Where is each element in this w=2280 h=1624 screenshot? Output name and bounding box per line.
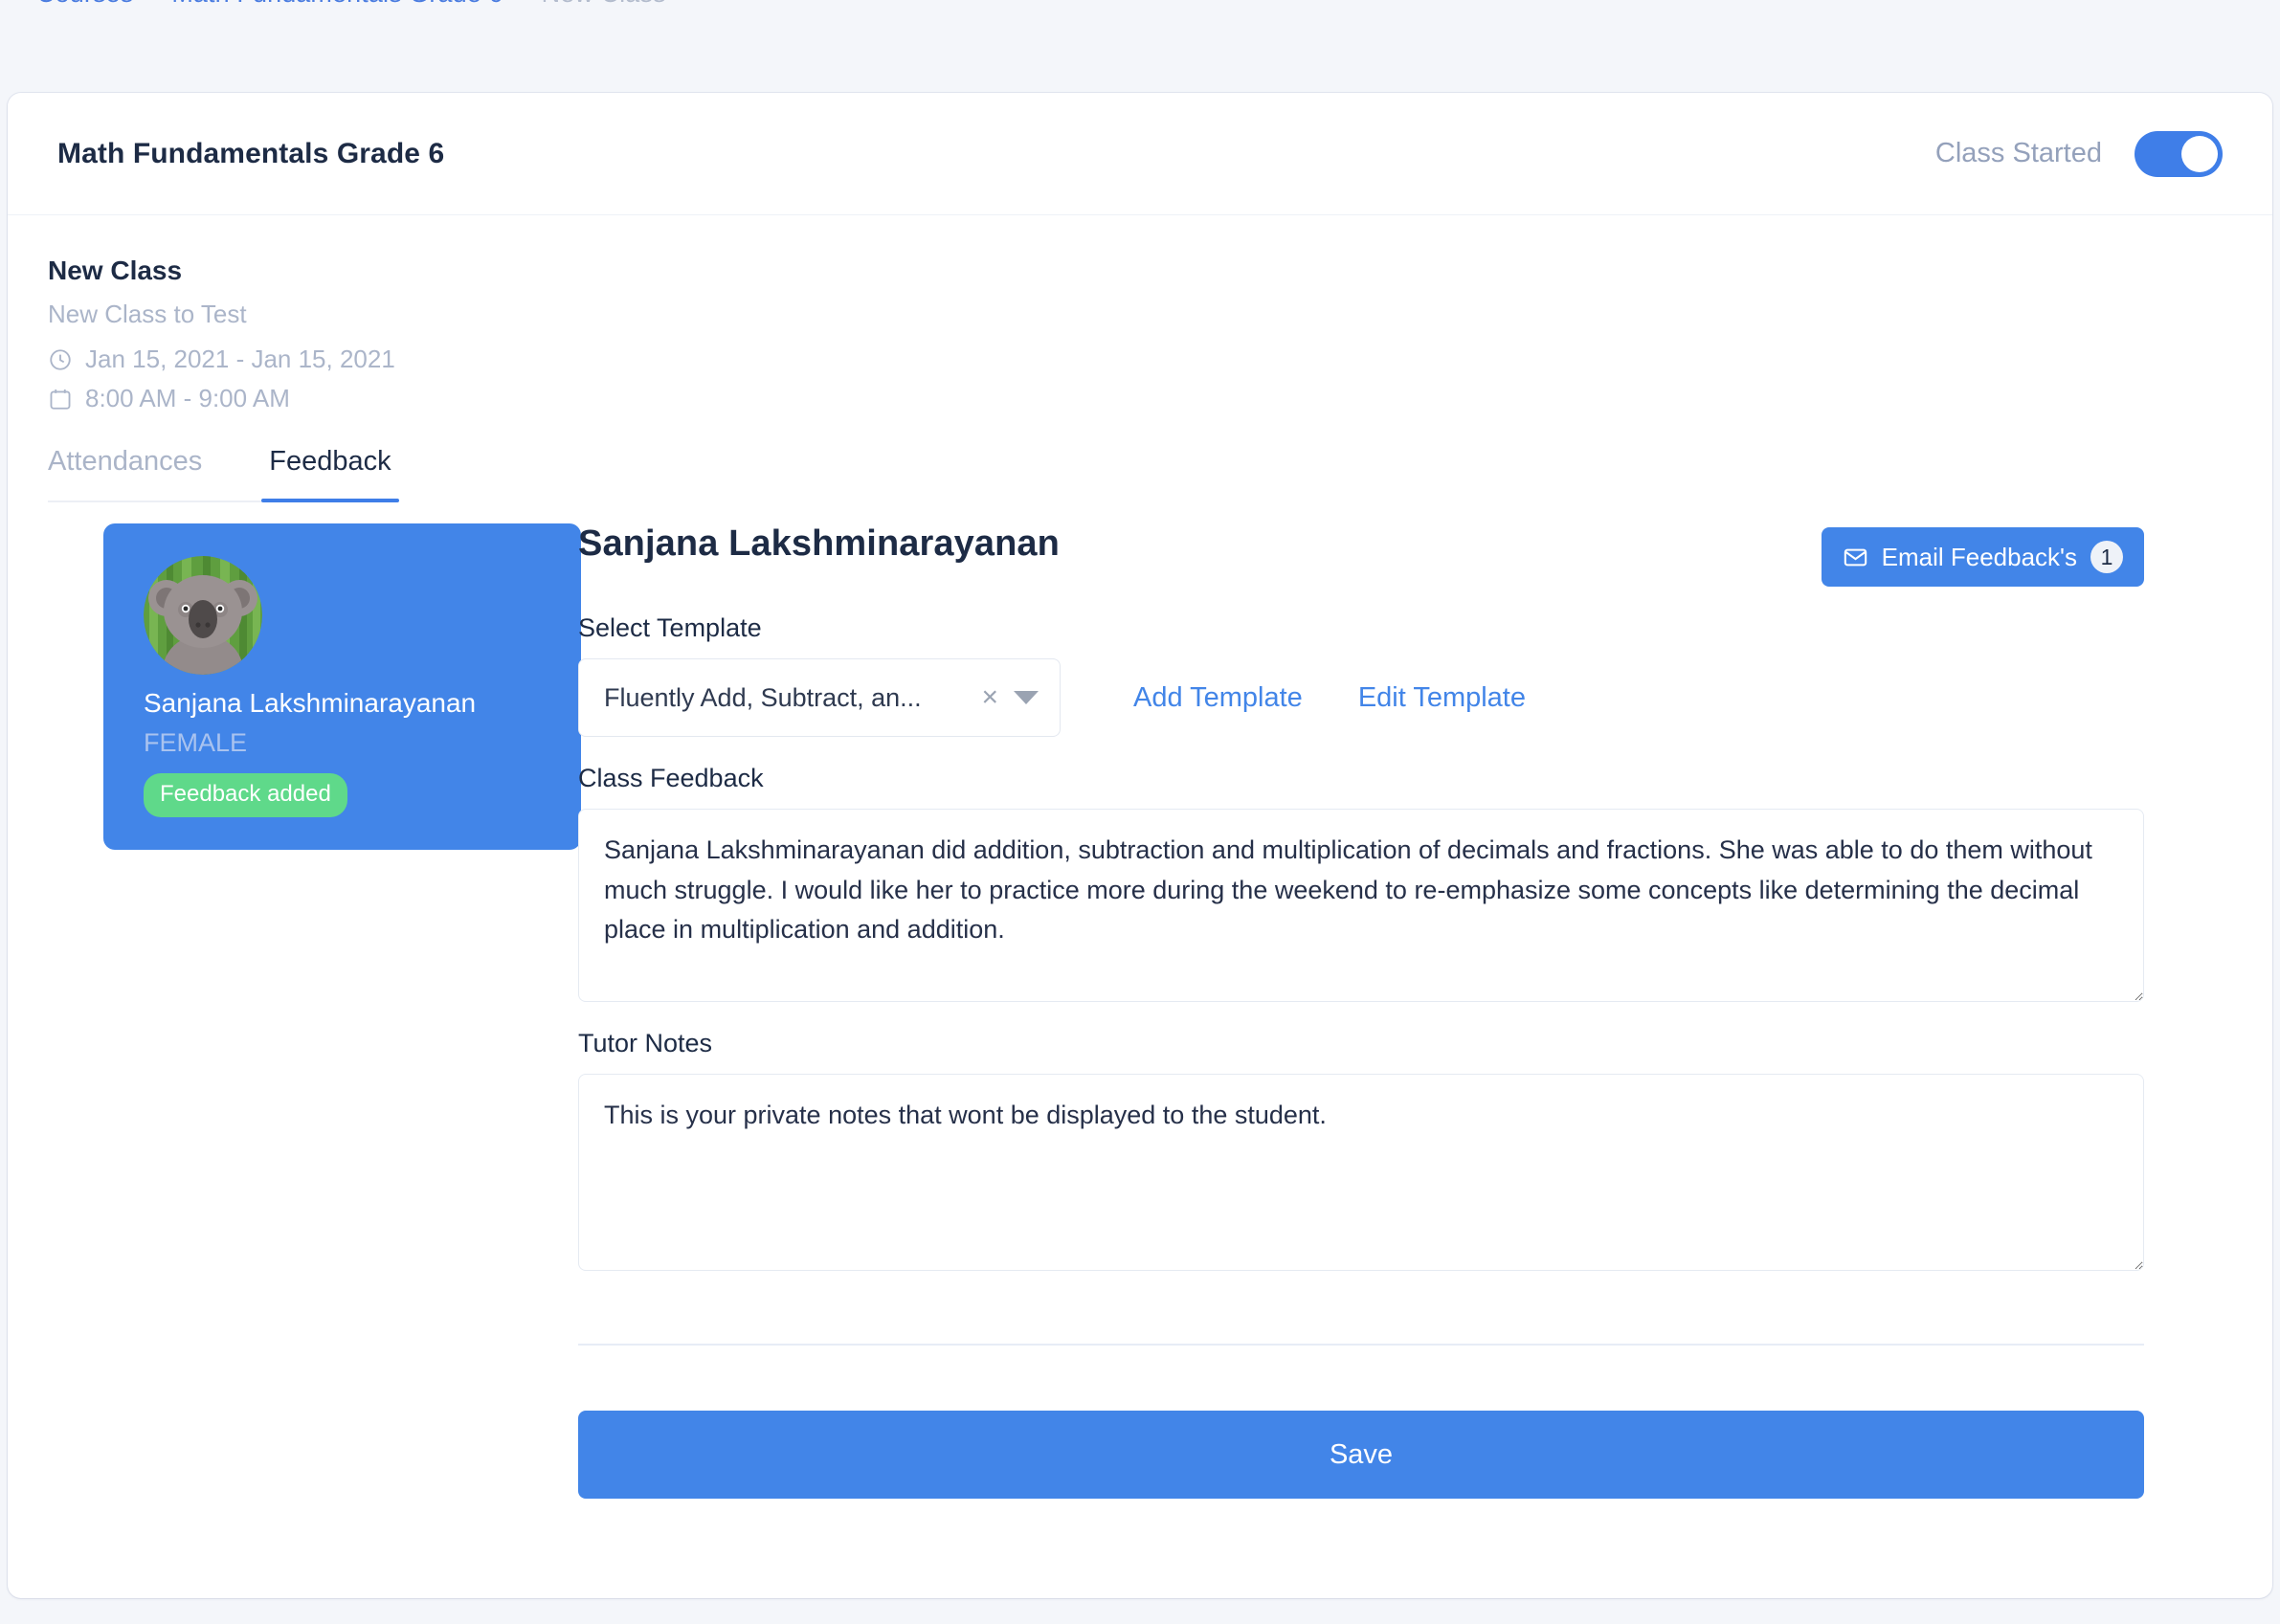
form-student-name: Sanjana Lakshminarayanan	[578, 523, 1060, 564]
calendar-icon	[48, 387, 73, 412]
add-template-button[interactable]: Add Template	[1133, 682, 1303, 714]
student-card[interactable]: Sanjana Lakshminarayanan FEMALE Feedback…	[103, 523, 581, 850]
card-header: Math Fundamentals Grade 6 Class Started	[8, 93, 2272, 215]
class-time-text: 8:00 AM - 9:00 AM	[85, 384, 290, 412]
form-divider	[578, 1344, 2144, 1346]
breadcrumb-item-current: New Class	[542, 0, 666, 9]
student-list: Sanjana Lakshminarayanan FEMALE Feedback…	[8, 523, 581, 1499]
breadcrumb-separator-icon: ›	[519, 0, 526, 8]
template-row: Fluently Add, Subtract, an... × Add Temp…	[578, 658, 2144, 737]
select-template-label: Select Template	[578, 613, 762, 642]
tab-feedback[interactable]: Feedback	[261, 446, 399, 502]
class-feedback-input[interactable]	[578, 809, 2144, 1002]
class-status-group: Class Started	[1934, 130, 2223, 177]
class-status-label: Class Started	[1934, 138, 2102, 168]
student-gender: FEMALE	[144, 728, 248, 757]
class-description: New Class to Test	[48, 300, 247, 328]
status-badge: Feedback added	[144, 773, 347, 817]
page-root: Courses › Math Fundamentals Grade 6 › Ne…	[0, 0, 2280, 1624]
class-name: New Class	[48, 256, 183, 285]
email-feedbacks-count: 1	[2090, 541, 2123, 573]
feedback-form: Sanjana Lakshminarayanan Email Feedback'…	[578, 523, 2272, 1499]
toggle-knob	[2181, 135, 2218, 172]
breadcrumb-item-courses[interactable]: Courses	[36, 0, 133, 9]
envelope-icon	[1843, 545, 1868, 570]
breadcrumb-item-course[interactable]: Math Fundamentals Grade 6	[171, 0, 503, 9]
class-time-row: 8:00 AM - 9:00 AM	[48, 384, 2272, 413]
breadcrumb: Courses › Math Fundamentals Grade 6 › Ne…	[36, 0, 666, 9]
tutor-notes-input[interactable]	[578, 1074, 2144, 1271]
email-feedbacks-button[interactable]: Email Feedback's 1	[1821, 527, 2144, 587]
class-started-toggle[interactable]	[2135, 130, 2223, 177]
student-name: Sanjana Lakshminarayanan	[144, 688, 477, 718]
class-feedback-label: Class Feedback	[578, 764, 764, 792]
edit-template-button[interactable]: Edit Template	[1358, 682, 1526, 714]
page-title: Math Fundamentals Grade 6	[57, 137, 445, 169]
tab-attendances[interactable]: Attendances	[48, 446, 202, 501]
breadcrumb-separator-icon: ›	[148, 0, 156, 8]
chevron-down-icon[interactable]	[1014, 691, 1039, 704]
tutor-notes-label: Tutor Notes	[578, 1029, 713, 1057]
clock-icon	[48, 347, 73, 372]
class-meta: New Class New Class to Test Jan 15, 2021…	[8, 215, 2272, 413]
email-feedbacks-label: Email Feedback's	[1881, 542, 2077, 571]
template-select[interactable]: Fluently Add, Subtract, an... ×	[578, 658, 1061, 737]
avatar	[144, 556, 262, 675]
koala-avatar	[144, 556, 262, 675]
close-icon[interactable]: ×	[981, 683, 998, 712]
feedback-body: Sanjana Lakshminarayanan FEMALE Feedback…	[8, 502, 2272, 1499]
class-date-row: Jan 15, 2021 - Jan 15, 2021	[48, 345, 2272, 374]
save-button[interactable]: Save	[578, 1411, 2144, 1499]
tab-bar: Attendances Feedback	[48, 446, 399, 502]
class-date-text: Jan 15, 2021 - Jan 15, 2021	[85, 345, 395, 373]
form-header: Sanjana Lakshminarayanan Email Feedback'…	[578, 523, 2144, 587]
class-detail-card: Math Fundamentals Grade 6 Class Started …	[8, 93, 2272, 1598]
template-select-value: Fluently Add, Subtract, an...	[604, 682, 922, 712]
